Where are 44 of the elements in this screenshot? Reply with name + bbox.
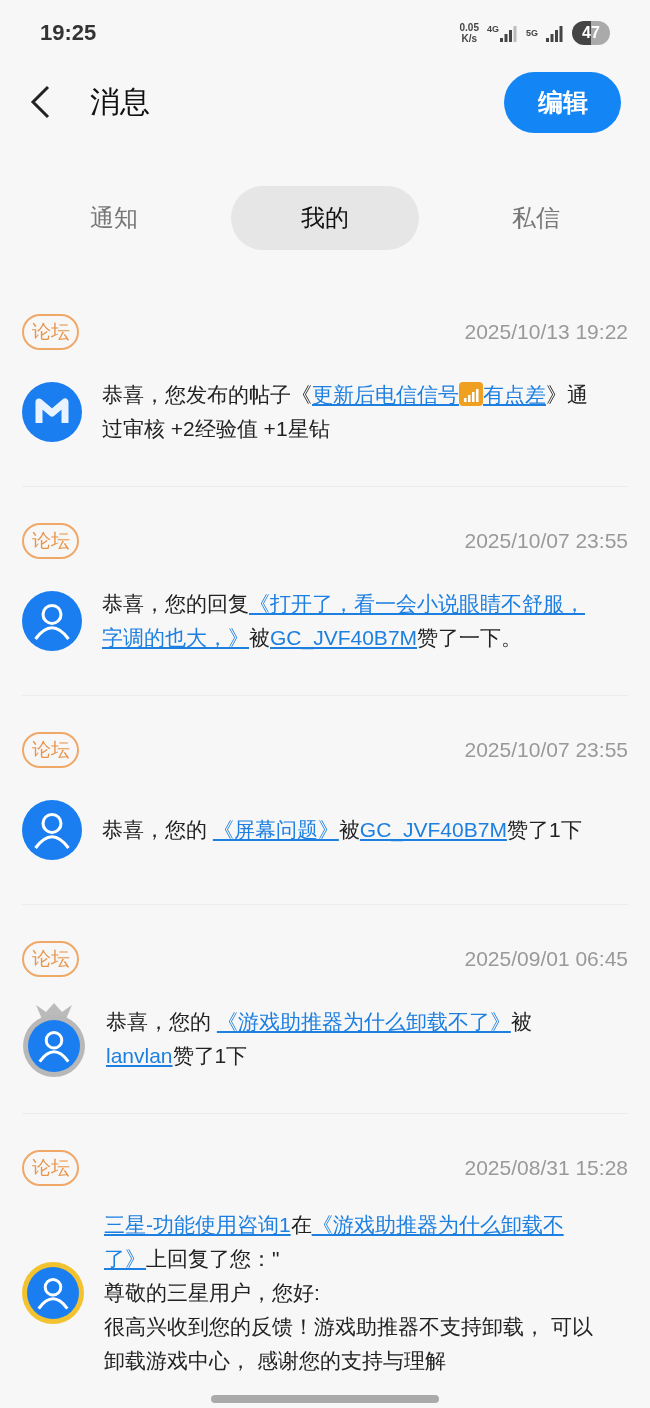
timestamp: 2025/10/13 19:22 xyxy=(464,320,628,344)
post-link[interactable]: lanvlan xyxy=(106,1044,173,1067)
message-text: 恭喜，您的 《屏幕问题》被GC_JVF40B7M赞了1下 xyxy=(102,817,583,844)
post-link[interactable]: 了》 xyxy=(104,1247,146,1270)
post-link[interactable]: 三星-功能使用咨询1 xyxy=(104,1213,291,1236)
timestamp: 2025/10/07 23:55 xyxy=(464,529,628,553)
forum-tag: 论坛 xyxy=(22,523,79,559)
tab[interactable]: 我的 xyxy=(231,186,419,250)
ringed-avatar xyxy=(22,1262,84,1324)
message-text: 恭喜，您的 《游戏助推器为什么卸载不了》被 lanvlan赞了1下 xyxy=(106,1009,533,1069)
forum-tag: 论坛 xyxy=(22,732,79,768)
post-link[interactable]: 字调的也大，》 xyxy=(102,626,249,649)
forum-tag: 论坛 xyxy=(22,941,79,977)
network-speed: 0.05 K/s xyxy=(459,22,479,44)
forum-tag: 论坛 xyxy=(22,1150,79,1186)
post-link[interactable]: 《打开了，看一会小说眼睛不舒服， xyxy=(249,592,585,615)
post-link[interactable]: 《游戏助推器为什么卸载不 xyxy=(311,1213,564,1236)
edit-button[interactable]: 编辑 xyxy=(504,71,621,133)
post-link[interactable]: 《屏幕问题》 xyxy=(212,818,339,841)
signal-emoji-icon xyxy=(459,382,483,406)
tab[interactable]: 通知 xyxy=(20,186,208,250)
timestamp: 2025/10/07 23:55 xyxy=(464,738,628,762)
post-link[interactable]: 《游戏助推器为什么卸载不了》 xyxy=(216,1010,511,1033)
post-link[interactable]: GC_JVF40B7M xyxy=(359,818,507,841)
signal-icon xyxy=(500,24,518,42)
message-text: 恭喜，您发布的帖子《更新后电信信号 有点差》通 过审核 +2经验值 +1星钻 xyxy=(102,381,589,442)
back-icon xyxy=(30,85,50,119)
signal-icon xyxy=(546,24,564,42)
user-avatar xyxy=(22,800,82,860)
timestamp: 2025/08/31 15:28 xyxy=(464,1156,628,1180)
post-link[interactable]: 更新后电信信号 有点差 xyxy=(312,383,546,406)
message-text: 恭喜，您的回复《打开了，看一会小说眼睛不舒服， 字调的也大，》被GC_JVF40B7M赞了一下。 xyxy=(102,591,586,652)
tab[interactable]: 私信 xyxy=(442,186,630,250)
timestamp: 2025/09/01 06:45 xyxy=(464,947,628,971)
network-type: 4G xyxy=(486,24,499,34)
battery-indicator: 47 xyxy=(572,21,610,45)
app-logo-avatar xyxy=(22,382,82,442)
forum-tag: 论坛 xyxy=(22,314,79,350)
network-type: 5G xyxy=(526,28,538,38)
post-link[interactable]: GC_JVF40B7M xyxy=(270,626,418,649)
message-text: 三星-功能使用咨询1在《游戏助推器为什么卸载不 了》上回复了您：" 尊敬的三星用户，您好: 很高兴收到您的反馈！游戏助推器不支持卸载， 可以 卸载游戏中心， 感谢您的支持与理解 xyxy=(104,1212,594,1374)
clock: 19:25 xyxy=(40,20,97,46)
user-avatar xyxy=(22,591,82,651)
page-title: 消息 xyxy=(90,83,151,120)
